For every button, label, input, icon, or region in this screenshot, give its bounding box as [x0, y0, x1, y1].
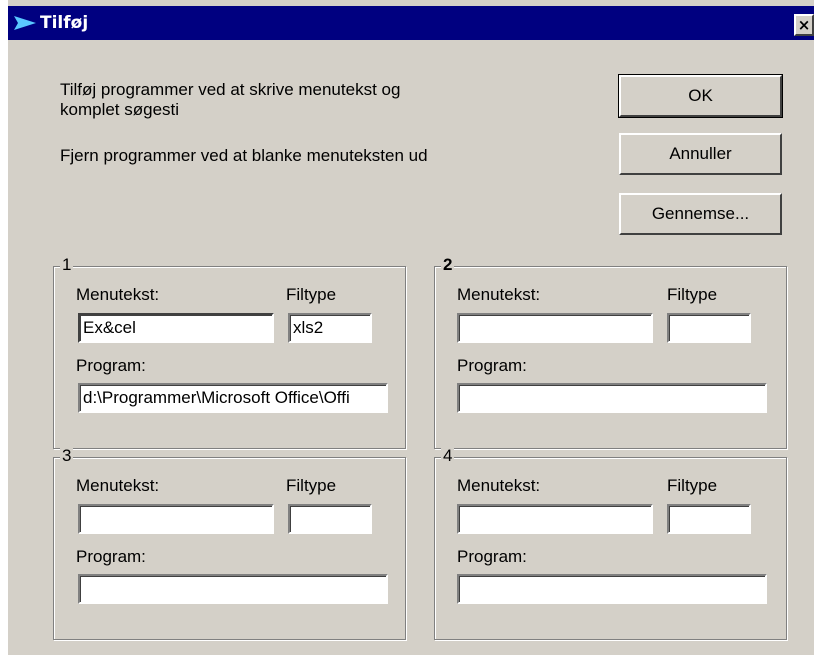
- program-label: Program:: [76, 547, 146, 566]
- group-number: 4: [441, 446, 455, 466]
- menutext-label: Menutekst:: [76, 476, 160, 495]
- program-label: Program:: [457, 356, 527, 375]
- filetype-label: Filtype: [667, 285, 718, 304]
- program-label: Program:: [457, 547, 527, 566]
- group-number: 2: [441, 255, 455, 275]
- window-title: Tilføj: [40, 13, 89, 33]
- filetype-input[interactable]: [288, 504, 372, 534]
- program-label: Program:: [76, 356, 146, 375]
- menutext-label: Menutekst:: [457, 285, 541, 304]
- menutext-input[interactable]: [78, 504, 274, 534]
- entry-group-2: 2 Menutekst: Filtype Program:: [434, 255, 787, 449]
- entry-group-4: 4 Menutekst: Filtype Program:: [434, 446, 787, 640]
- instruction-line-1: Tilføj programmer ved at skrive menuteks…: [60, 80, 401, 99]
- menutext-input[interactable]: Ex&cel: [78, 313, 274, 343]
- ok-button[interactable]: OK: [618, 74, 783, 118]
- cancel-button[interactable]: Annuller: [619, 133, 782, 175]
- menutext-input[interactable]: [457, 504, 653, 534]
- filetype-label: Filtype: [286, 476, 337, 495]
- entry-group-3: 3 Menutekst: Filtype Program:: [53, 446, 406, 640]
- menutext-label: Menutekst:: [76, 285, 160, 304]
- menutext-input[interactable]: [457, 313, 653, 343]
- program-input[interactable]: [457, 383, 767, 413]
- title-bar[interactable]: Tilføj ×: [8, 6, 814, 40]
- filetype-input[interactable]: [667, 504, 751, 534]
- group-number: 3: [60, 446, 74, 466]
- program-input[interactable]: d:\Programmer\Microsoft Office\Offi: [78, 383, 388, 413]
- filetype-label: Filtype: [286, 285, 337, 304]
- filetype-input[interactable]: xls2: [288, 313, 372, 343]
- group-number: 1: [60, 255, 74, 275]
- menutext-label: Menutekst:: [457, 476, 541, 495]
- entry-group-1: 1 Menutekst: Filtype Ex&cel xls2 Program…: [53, 255, 406, 449]
- app-icon: [14, 15, 36, 35]
- filetype-input[interactable]: [667, 313, 751, 343]
- dialog-window: Tilføj × Tilføj programmer ved at skrive…: [8, 0, 814, 655]
- close-button[interactable]: ×: [794, 14, 814, 36]
- instruction-line-2: komplet søgesti: [60, 100, 180, 119]
- close-icon: ×: [797, 16, 811, 34]
- filetype-label: Filtype: [667, 476, 718, 495]
- program-input[interactable]: [78, 574, 388, 604]
- instruction-line-3: Fjern programmer ved at blanke menutekst…: [60, 146, 428, 165]
- browse-button[interactable]: Gennemse...: [619, 193, 782, 235]
- program-input[interactable]: [457, 574, 767, 604]
